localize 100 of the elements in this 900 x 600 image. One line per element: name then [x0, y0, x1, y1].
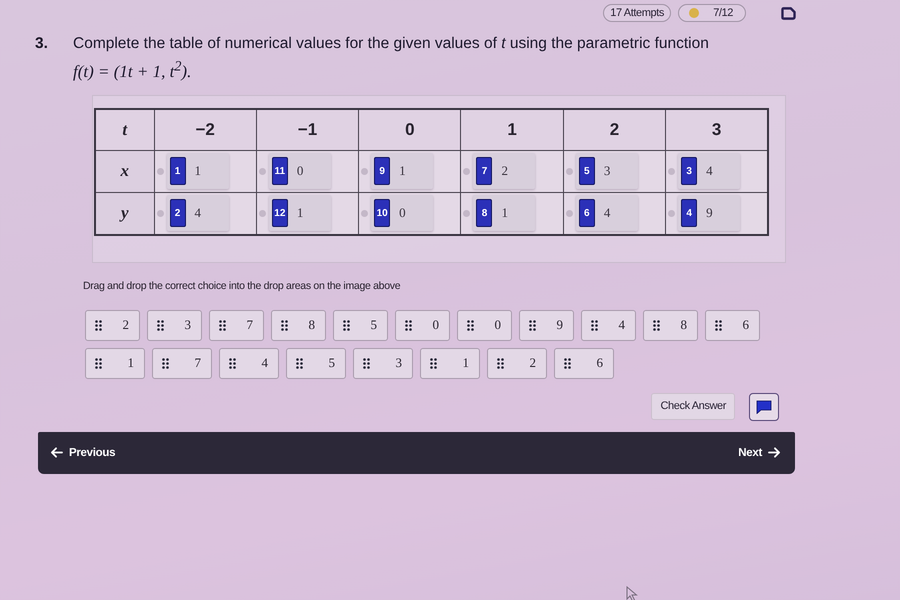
index-badge: 5 [578, 157, 595, 186]
arrow-left-icon [50, 447, 63, 458]
status-dot-icon [689, 8, 699, 18]
choice-tile[interactable]: 1 [85, 348, 145, 379]
next-button[interactable]: Next [738, 446, 781, 459]
grip-icon [296, 358, 303, 369]
chip-value: 2 [501, 163, 508, 180]
choice-tile[interactable]: 9 [519, 310, 574, 341]
table-header-cell: 2 [563, 108, 666, 150]
choice-tile[interactable]: 5 [333, 310, 388, 341]
grip-icon [281, 320, 288, 331]
drop-marker-icon [566, 168, 573, 175]
comment-button[interactable] [749, 392, 779, 421]
grip-icon [715, 320, 722, 331]
chip-value: 4 [194, 205, 201, 222]
chip-value: 1 [399, 163, 406, 180]
grip-icon [157, 320, 164, 331]
choice-tile[interactable]: 0 [457, 310, 512, 341]
chip-value: 0 [296, 163, 304, 180]
grip-icon [162, 358, 169, 369]
answer-chip[interactable]: 12 1 [268, 195, 331, 232]
grip-icon [363, 358, 370, 369]
grip-icon [529, 320, 536, 331]
chip-value: 3 [604, 163, 610, 180]
answer-chip[interactable]: 6 4 [576, 195, 638, 232]
answer-chip[interactable]: 5 3 [576, 153, 638, 190]
choice-tile[interactable]: 2 [487, 348, 547, 379]
choice-tile[interactable]: 5 [286, 348, 346, 379]
answer-chip[interactable]: 10 0 [371, 195, 434, 232]
attempts-badge: 17 Attempts [603, 4, 671, 22]
grip-icon [497, 358, 504, 369]
grip-icon [430, 358, 437, 369]
choice-tile[interactable]: 3 [353, 348, 413, 379]
grip-icon [591, 320, 598, 331]
chip-value: 1 [194, 163, 201, 180]
chip-value: 4 [604, 205, 610, 222]
answer-chip[interactable]: 9 1 [371, 153, 434, 190]
choice-tile[interactable]: 1 [420, 348, 480, 379]
answer-chip[interactable]: 11 0 [268, 153, 331, 190]
choice-tile[interactable]: 8 [271, 310, 326, 341]
choice-tile[interactable]: 4 [581, 310, 636, 341]
row-label-cell: y [95, 192, 154, 235]
index-badge: 9 [374, 157, 390, 186]
score-text: 7/12 [713, 7, 733, 19]
answer-chip[interactable]: 1 1 [166, 153, 228, 190]
grip-icon [405, 320, 412, 331]
drop-marker-icon [668, 168, 676, 175]
grip-icon [219, 320, 226, 331]
question-number: 3. [35, 34, 49, 54]
grip-icon [95, 358, 102, 369]
table-header-cell: −1 [256, 108, 359, 150]
choice-tile[interactable]: 3 [147, 310, 202, 341]
drop-marker-icon [258, 210, 266, 217]
chip-value: 1 [501, 205, 508, 222]
grip-icon [343, 320, 350, 331]
table-header-cell: 3 [666, 108, 768, 150]
choice-tile[interactable]: 7 [152, 348, 212, 379]
drop-marker-icon [156, 210, 164, 217]
chip-value: 1 [296, 205, 304, 222]
cursor-icon [626, 586, 638, 600]
drop-marker-icon [258, 168, 266, 175]
answer-chip[interactable]: 2 4 [166, 195, 228, 232]
grip-icon [564, 358, 571, 369]
row-label-cell: x [95, 150, 154, 192]
table-header-cell: 0 [358, 108, 461, 150]
answer-chip[interactable]: 3 4 [678, 153, 740, 190]
grip-icon [653, 320, 660, 331]
speech-bubble-icon [756, 400, 772, 414]
drop-marker-icon [463, 210, 470, 217]
choice-tile[interactable]: 4 [219, 348, 279, 379]
grip-icon [229, 358, 236, 369]
index-badge: 11 [272, 157, 288, 186]
document-icon[interactable] [781, 6, 796, 20]
chip-value: 4 [706, 163, 713, 180]
previous-button[interactable]: Previous [50, 446, 116, 459]
choice-tile[interactable]: 8 [643, 310, 698, 341]
table-header-cell: 1 [460, 108, 564, 150]
answer-chip[interactable]: 4 9 [678, 195, 740, 232]
answer-chip[interactable]: 7 2 [473, 153, 536, 190]
choice-tile[interactable]: 2 [85, 310, 140, 341]
drop-marker-icon [361, 168, 368, 175]
instruction-text: Drag and drop the correct choice into the drop areas on the image above [83, 280, 402, 292]
table-header-cell: −2 [154, 108, 256, 150]
drop-marker-icon [361, 210, 368, 217]
check-answer-button[interactable]: Check Answer [651, 392, 735, 420]
grip-icon [467, 320, 474, 331]
choice-tile[interactable]: 0 [395, 310, 450, 341]
drop-marker-icon [566, 210, 573, 217]
answer-chip[interactable]: 8 1 [473, 195, 536, 232]
choice-tile[interactable]: 6 [554, 348, 614, 379]
drop-marker-icon [668, 210, 676, 217]
choice-tile[interactable]: 7 [209, 310, 264, 341]
table-header-cell: t [95, 108, 154, 150]
choice-tile[interactable]: 6 [705, 310, 760, 341]
chip-value: 0 [399, 205, 406, 222]
drop-marker-icon [156, 168, 164, 175]
index-badge: 6 [578, 199, 595, 228]
index-badge: 8 [476, 199, 492, 228]
index-badge: 3 [681, 157, 698, 186]
arrow-right-icon [768, 447, 781, 458]
